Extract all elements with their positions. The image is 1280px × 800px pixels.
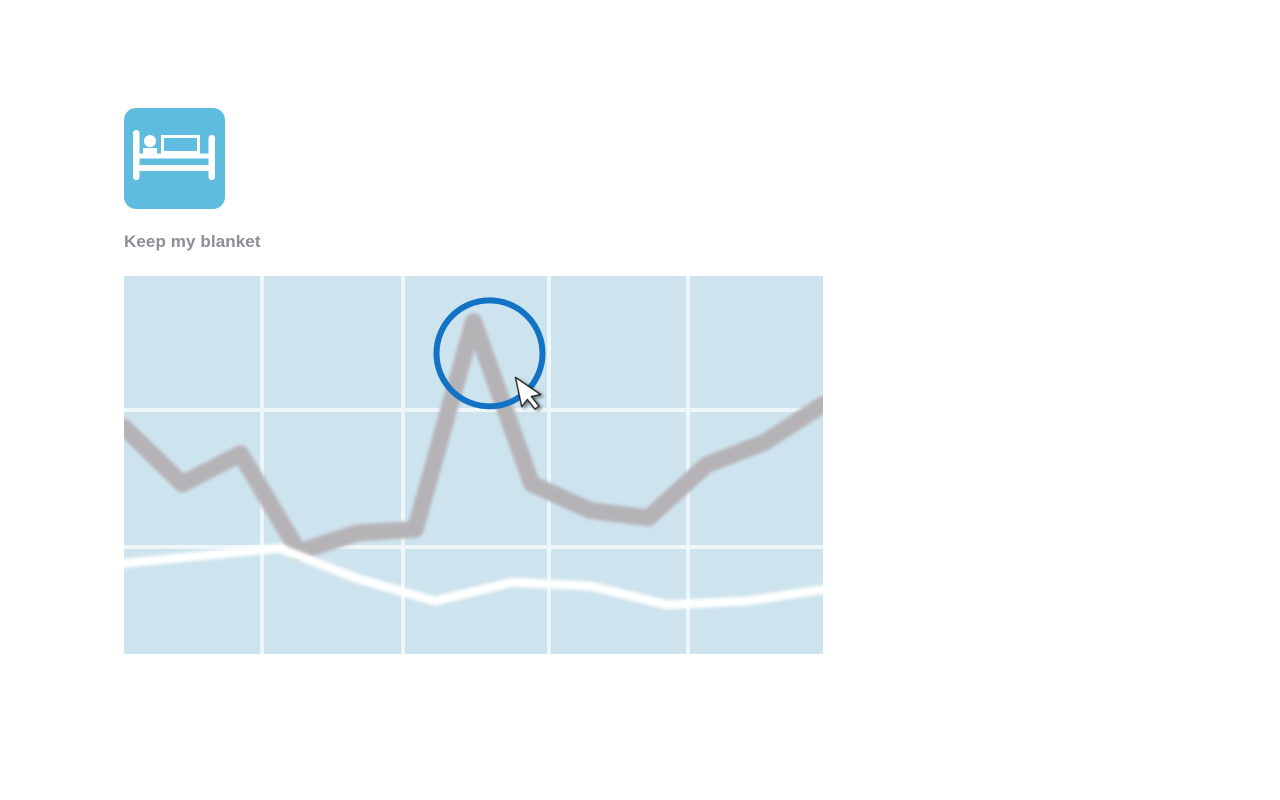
chart-panel: [124, 276, 823, 654]
line-chart: [124, 276, 823, 654]
app-title: Keep my blanket: [124, 232, 261, 251]
bed-icon[interactable]: [124, 108, 225, 209]
app-tile: Keep my blanket: [0, 0, 1280, 800]
